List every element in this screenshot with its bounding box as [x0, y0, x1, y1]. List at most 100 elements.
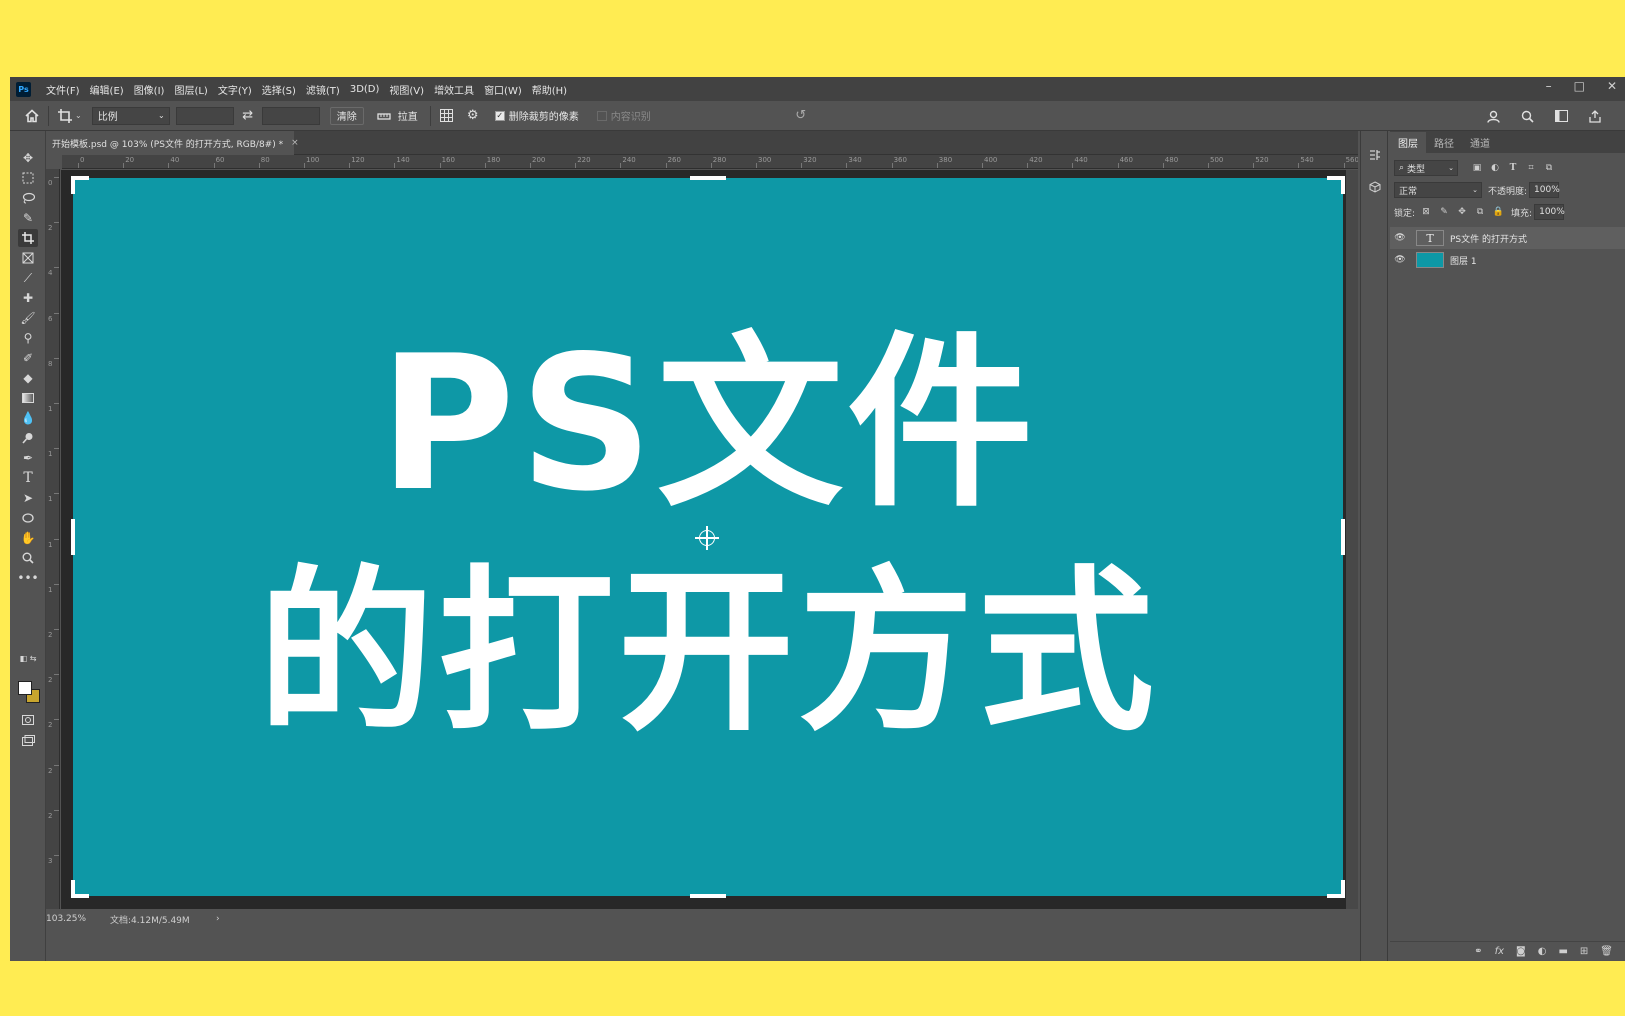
menu-filter[interactable]: 滤镜(T) — [301, 82, 345, 97]
straighten-icon[interactable] — [374, 106, 394, 126]
quick-mask-icon[interactable] — [18, 711, 38, 729]
crop-tool-icon[interactable] — [18, 229, 38, 247]
width-input[interactable] — [175, 106, 234, 125]
history-brush-tool-icon[interactable]: ✐ — [18, 349, 38, 367]
maximize-button[interactable]: □ — [1574, 79, 1585, 93]
crop-handle-right[interactable] — [1341, 519, 1345, 555]
eye-icon[interactable]: 👁 — [1390, 255, 1410, 265]
filter-kind-select[interactable]: ⌕ 类型 ⌄ — [1394, 160, 1458, 176]
blur-tool-icon[interactable]: 💧 — [18, 409, 38, 427]
type-tool-icon[interactable]: T — [18, 469, 38, 487]
delete-cropped-checkbox[interactable]: ✓ — [494, 110, 505, 121]
menu-file[interactable]: 文件(F) — [41, 82, 85, 97]
height-input[interactable] — [261, 106, 320, 125]
crop-handle-top-right[interactable] — [1327, 176, 1345, 194]
trash-icon[interactable]: 🗑 — [1600, 946, 1613, 957]
layer-name[interactable]: 图层 1 — [1450, 254, 1477, 267]
menu-window[interactable]: 窗口(W) — [479, 82, 527, 97]
link-layers-icon[interactable]: ⚭ — [1474, 946, 1482, 957]
filter-shape-icon[interactable]: ⌗ — [1524, 161, 1538, 175]
home-icon[interactable] — [22, 106, 42, 126]
eyedropper-tool-icon[interactable]: ⟋ — [18, 269, 38, 287]
frame-tool-icon[interactable] — [18, 249, 38, 267]
close-window-button[interactable]: ✕ — [1607, 79, 1617, 93]
lock-image-icon[interactable]: ✎ — [1437, 205, 1451, 219]
layer-row-text[interactable]: 👁 T PS文件 的打开方式 — [1390, 227, 1625, 249]
filter-pixel-icon[interactable]: ▣ — [1470, 161, 1484, 175]
overlay-grid-icon[interactable] — [437, 106, 457, 126]
healing-brush-tool-icon[interactable]: ✚ — [18, 289, 38, 307]
menu-plugins[interactable]: 增效工具 — [429, 82, 479, 97]
fill-input[interactable]: 100% — [1534, 204, 1565, 220]
new-layer-icon[interactable]: ⊞ — [1580, 946, 1588, 957]
share-icon[interactable] — [1585, 106, 1605, 126]
crop-handle-top-left[interactable] — [71, 176, 89, 194]
clear-button[interactable]: 清除 — [329, 106, 364, 125]
filter-smart-object-icon[interactable]: ⧉ — [1542, 161, 1556, 175]
search-icon[interactable] — [1517, 106, 1537, 126]
add-mask-icon[interactable]: ◙ — [1516, 946, 1526, 957]
document-canvas[interactable]: PS文件 的打开方式 — [71, 176, 1345, 898]
layer-name[interactable]: PS文件 的打开方式 — [1450, 232, 1527, 245]
screen-mode-icon[interactable] — [18, 731, 38, 749]
blend-mode-select[interactable]: 正常 ⌄ — [1394, 182, 1482, 198]
lasso-tool-icon[interactable] — [18, 189, 38, 207]
workspace-icon[interactable] — [1551, 106, 1571, 126]
brush-tool-icon[interactable]: 🖌 — [18, 309, 38, 327]
menu-select[interactable]: 选择(S) — [257, 82, 301, 97]
menu-edit[interactable]: 编辑(E) — [85, 82, 129, 97]
zoom-level[interactable]: 103.25% — [46, 914, 110, 924]
eraser-tool-icon[interactable]: ◆ — [18, 369, 38, 387]
crop-tool-preset-icon[interactable] — [55, 106, 75, 126]
filter-type-icon[interactable]: T — [1506, 161, 1520, 175]
ratio-select[interactable]: 比例 ⌄ — [91, 106, 170, 125]
menu-image[interactable]: 图像(I) — [129, 82, 170, 97]
default-colors-icon[interactable]: ◧ ⇆ — [18, 653, 38, 663]
lock-all-icon[interactable]: 🔒 — [1491, 205, 1505, 219]
dodge-tool-icon[interactable] — [18, 429, 38, 447]
lock-transparent-icon[interactable]: ⊠ — [1419, 205, 1433, 219]
3d-cube-icon[interactable] — [1367, 179, 1383, 195]
adjustment-layer-icon[interactable]: ◐ — [1538, 946, 1547, 957]
path-select-tool-icon[interactable]: ➤ — [18, 489, 38, 507]
swap-icon[interactable]: ⇄ — [238, 106, 258, 126]
menu-layer[interactable]: 图层(L) — [169, 82, 212, 97]
crop-center-crosshair-icon[interactable] — [695, 526, 719, 550]
crop-handle-top[interactable] — [690, 176, 726, 180]
filter-adjustment-icon[interactable]: ◐ — [1488, 161, 1502, 175]
reset-icon[interactable]: ↺ — [791, 106, 811, 126]
minimize-button[interactable]: – — [1546, 79, 1552, 93]
pen-tool-icon[interactable]: ✒ — [18, 449, 38, 467]
quick-select-tool-icon[interactable]: ✎ — [18, 209, 38, 227]
crop-handle-bottom-left[interactable] — [71, 880, 89, 898]
zoom-tool-icon[interactable] — [18, 549, 38, 567]
straighten-label[interactable]: 拉直 — [398, 108, 418, 123]
gear-icon[interactable]: ⚙ — [463, 106, 483, 126]
tab-channels[interactable]: 通道 — [1462, 132, 1498, 153]
tab-layers[interactable]: 图层 — [1390, 132, 1426, 153]
canvas-scrollbar[interactable] — [1346, 170, 1358, 909]
user-icon[interactable] — [1483, 106, 1503, 126]
crop-handle-left[interactable] — [71, 519, 75, 555]
lock-position-icon[interactable]: ✥ — [1455, 205, 1469, 219]
crop-handle-bottom[interactable] — [690, 894, 726, 898]
foreground-color-swatch[interactable] — [18, 681, 32, 695]
chevron-down-icon[interactable]: ⌄ — [75, 111, 82, 120]
menu-help[interactable]: 帮助(H) — [527, 82, 572, 97]
crop-handle-bottom-right[interactable] — [1327, 880, 1345, 898]
layer-row-pixel[interactable]: 👁 图层 1 — [1390, 249, 1625, 271]
ellipse-tool-icon[interactable] — [18, 509, 38, 527]
more-tools-icon[interactable]: ••• — [17, 569, 38, 587]
eye-icon[interactable]: 👁 — [1390, 233, 1410, 243]
menu-type[interactable]: 文字(Y) — [213, 82, 257, 97]
content-aware-checkbox[interactable] — [596, 110, 607, 121]
move-tool-icon[interactable]: ✥ — [18, 149, 38, 167]
opacity-input[interactable]: 100% — [1529, 182, 1560, 198]
vertical-ruler[interactable]: 0 2 4 6 8 1 1 1 1 1 2 2 2 2 2 3 — [46, 169, 60, 909]
close-tab-icon[interactable]: × — [291, 138, 299, 148]
new-group-icon[interactable]: ▬ — [1558, 946, 1567, 957]
horizontal-ruler[interactable]: 0 20 40 60 80 100 120 140 160 180 200 220 240 260 280 3… — [62, 155, 1358, 169]
tab-paths[interactable]: 路径 — [1426, 132, 1462, 153]
lock-artboard-icon[interactable]: ⧉ — [1473, 205, 1487, 219]
properties-panel-icon[interactable] — [1367, 147, 1383, 163]
